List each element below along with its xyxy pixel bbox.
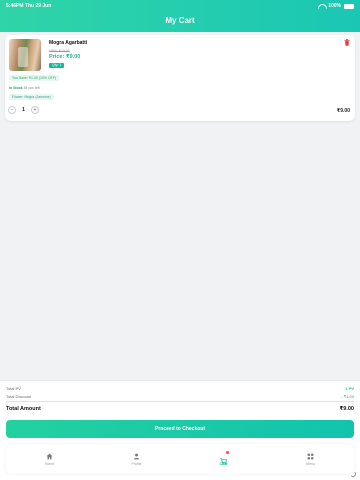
- stock-count: 84 pcs left: [23, 86, 40, 90]
- total-amount-row: Total Amount ₹9.00: [6, 406, 354, 412]
- increase-button[interactable]: +: [31, 106, 39, 114]
- status-bar: 5:46PM Thu 29 Jun 100%: [0, 0, 360, 11]
- nav-menu[interactable]: Menu: [267, 444, 354, 474]
- nav-menu-label: Menu: [306, 461, 315, 466]
- quantity-stepper: − 1 +: [8, 106, 39, 114]
- decrease-button[interactable]: −: [8, 106, 16, 114]
- quantity-value: 1: [22, 107, 25, 113]
- line-total: ₹9.00: [336, 108, 350, 114]
- cart-item-card: Mogra Agarbatti MRP: ₹10.00 Price: ₹9.00…: [5, 35, 355, 121]
- checkout-button[interactable]: Proceed to Checkout: [6, 420, 354, 438]
- quantity-badge: Qty: 1: [49, 63, 65, 68]
- trash-icon[interactable]: [344, 39, 350, 46]
- nav-profile-label: Profile: [131, 461, 142, 466]
- total-amount-label: Total Amount: [6, 406, 41, 412]
- profile-icon: [133, 453, 140, 459]
- page-title: My Cart: [165, 16, 195, 25]
- battery-percent: 100%: [328, 3, 341, 9]
- savings-badge: You Save: ₹1.00 (10% OFF): [9, 75, 60, 81]
- product-image[interactable]: [9, 39, 41, 71]
- stock-label: In Stock: [9, 86, 23, 90]
- total-discount-row: Total Discount - ₹1.00: [6, 394, 354, 399]
- status-time: 5:46PM Thu 29 Jun: [6, 3, 52, 9]
- stock-status: In Stock 84 pcs left: [9, 86, 40, 90]
- battery-icon: [344, 3, 354, 9]
- total-pv-row: Total PV 1 PV: [6, 386, 354, 391]
- summary-divider: [6, 401, 354, 402]
- product-price: Price: ₹9.00: [49, 54, 81, 60]
- total-pv-label: Total PV: [6, 386, 21, 391]
- cart-icon: [220, 451, 229, 465]
- total-discount-label: Total Discount: [6, 394, 32, 399]
- product-name[interactable]: Mogra Agarbatti: [49, 40, 87, 46]
- status-indicators: 100%: [318, 3, 354, 9]
- app-header: 5:46PM Thu 29 Jun 100% My Cart: [0, 0, 360, 32]
- menu-icon: [307, 453, 314, 459]
- total-discount-value: - ₹1.00: [341, 394, 354, 399]
- cart-count-dot: [226, 451, 229, 454]
- total-amount-value: ₹9.00: [339, 406, 354, 412]
- total-pv-value: 1 PV: [345, 386, 354, 391]
- bottom-nav: Home Profile Cart Menu: [6, 444, 354, 474]
- product-mrp: MRP: ₹10.00: [49, 49, 70, 53]
- nav-home[interactable]: Home: [6, 444, 93, 474]
- resize-handle-icon: [350, 471, 356, 477]
- variant-badge: Flower: Mogra (Jasmine): [9, 94, 54, 100]
- nav-cart[interactable]: Cart: [180, 444, 267, 474]
- wifi-icon: [318, 4, 325, 9]
- home-icon: [46, 453, 53, 459]
- nav-home-label: Home: [44, 461, 55, 466]
- order-summary: Total PV 1 PV Total Discount - ₹1.00 Tot…: [0, 380, 360, 480]
- nav-profile[interactable]: Profile: [93, 444, 180, 474]
